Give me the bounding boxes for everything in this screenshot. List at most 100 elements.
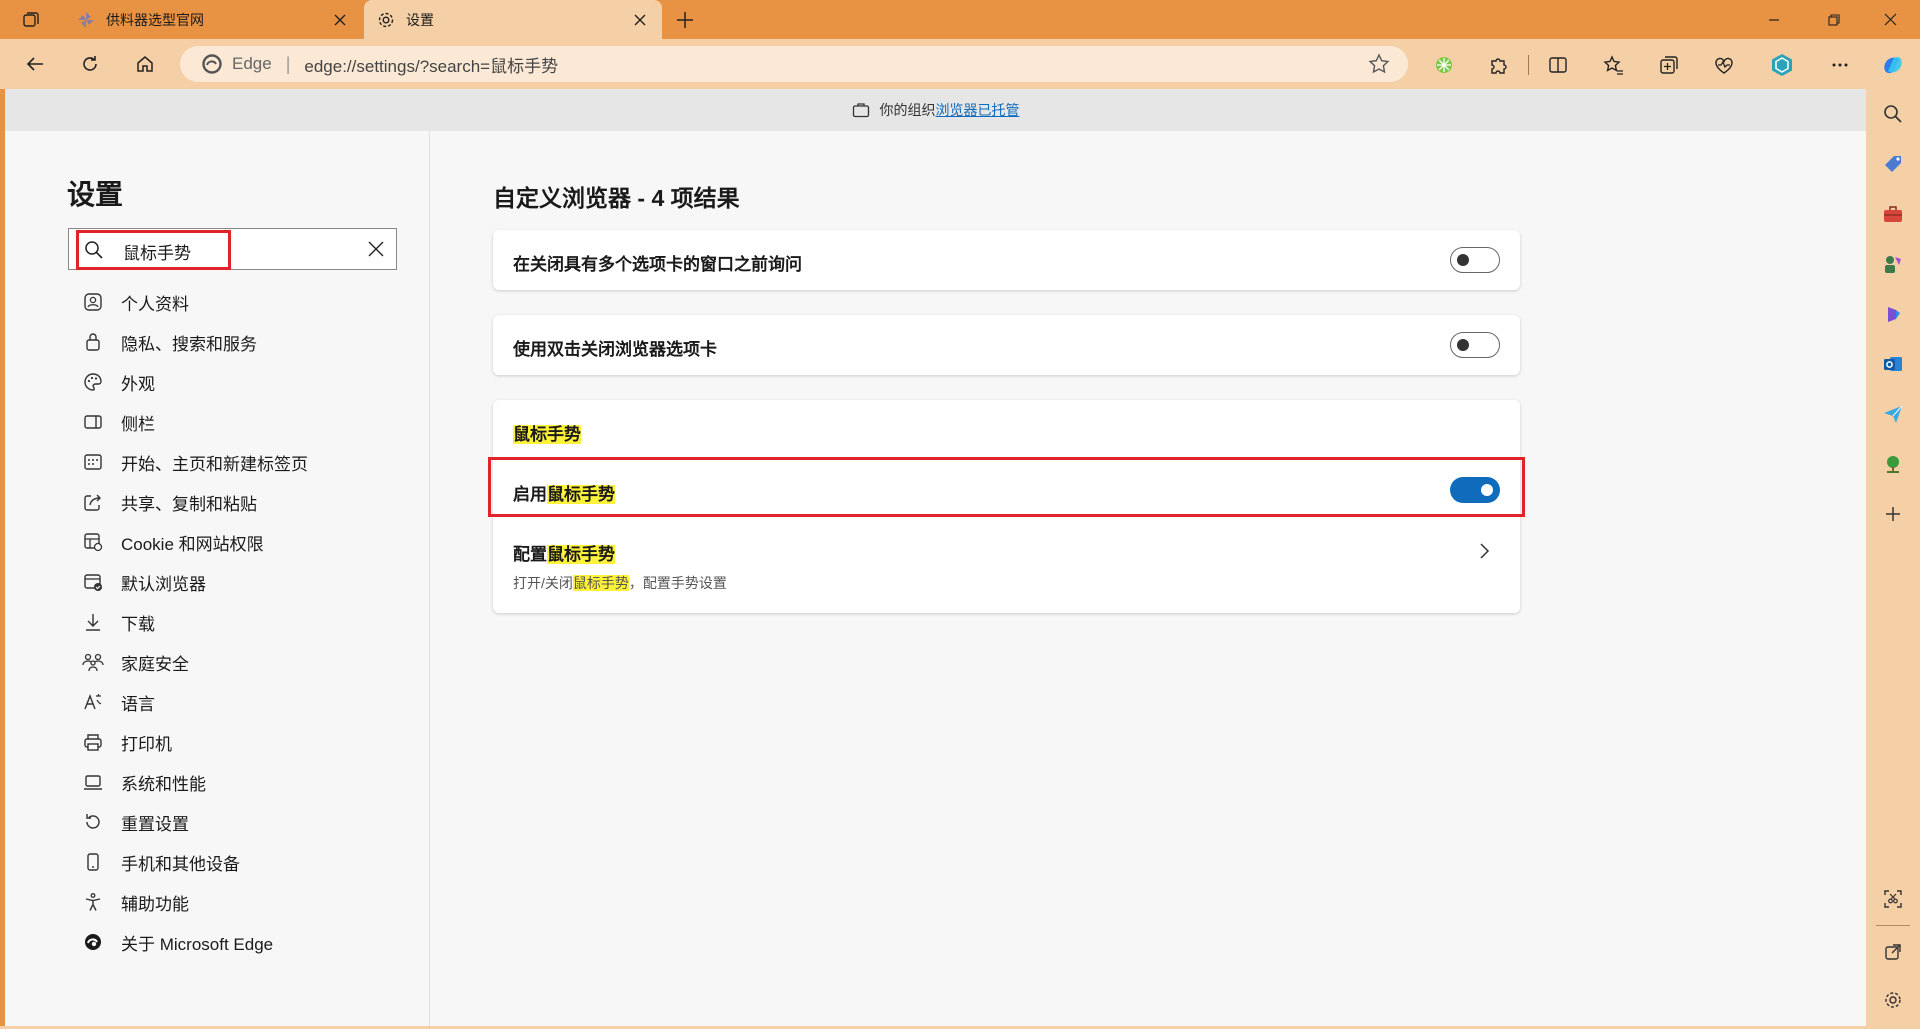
section-heading: 鼠标手势	[513, 425, 581, 444]
tab-settings[interactable]: 设置	[364, 0, 662, 39]
sidebar-item-default-browser[interactable]: 默认浏览器	[80, 566, 206, 598]
title-bar: 供料器选型官网 设置	[0, 0, 1920, 39]
sidebar-item-label: 侧栏	[121, 414, 155, 434]
sidebar-item-family[interactable]: 家庭安全	[80, 646, 189, 678]
enable-gestures-annotation-box	[488, 457, 1525, 517]
copilot-hex-icon[interactable]	[1768, 51, 1796, 79]
sidebar-item-label: 共享、复制和粘贴	[121, 494, 257, 514]
address-brand: Edge	[232, 54, 272, 73]
home-grid-icon	[80, 449, 106, 475]
configure-gestures-label: 配置鼠标手势	[513, 545, 615, 564]
sidebar-item-label: 下载	[121, 614, 155, 634]
extension-green-icon[interactable]	[1430, 51, 1458, 79]
new-tab-button[interactable]	[670, 6, 700, 34]
double-click-close-toggle[interactable]	[1450, 332, 1500, 358]
sidebar-item-label: Cookie 和网站权限	[121, 534, 264, 554]
send-icon[interactable]	[1880, 401, 1906, 427]
sidebar-item-label: 隐私、搜索和服务	[121, 334, 257, 354]
browser-essentials-icon[interactable]	[1710, 51, 1738, 79]
language-icon	[80, 689, 106, 715]
setting-label: 在关闭具有多个选项卡的窗口之前询问	[513, 255, 802, 274]
sidebar-item-language[interactable]: 语言	[80, 686, 155, 718]
sidebar-item-printers[interactable]: 打印机	[80, 726, 172, 758]
close-tab-icon[interactable]	[330, 10, 350, 30]
configure-gestures-row[interactable]: 配置鼠标手势 打开/关闭鼠标手势，配置手势设置	[493, 528, 1520, 613]
sidebar-item-label: 打印机	[121, 734, 172, 754]
briefcase-icon	[852, 102, 870, 118]
back-button[interactable]	[18, 49, 52, 79]
copilot-icon[interactable]	[1879, 51, 1907, 79]
minimize-button[interactable]	[1746, 0, 1802, 39]
sidebar-item-label: 家庭安全	[121, 654, 189, 674]
home-button[interactable]	[128, 49, 162, 79]
cookie-grid-icon	[80, 529, 106, 555]
sidebar-item-label: 辅助功能	[121, 894, 189, 914]
search-icon[interactable]	[1880, 101, 1906, 127]
sidebar-item-reset[interactable]: 重置设置	[80, 806, 189, 838]
screenshot-icon[interactable]	[1880, 886, 1906, 912]
sidebar-item-accessibility[interactable]: 辅助功能	[80, 886, 189, 918]
tab-title: 设置	[406, 11, 434, 28]
managed-link[interactable]: 浏览器已托管	[936, 100, 1020, 120]
sidebar-item-profile[interactable]: 个人资料	[80, 286, 189, 318]
palette-icon	[80, 369, 106, 395]
split-screen-icon[interactable]	[1544, 51, 1572, 79]
sidebar-item-system[interactable]: 系统和性能	[80, 766, 206, 798]
chevron-right-icon	[1478, 542, 1490, 560]
outlook-icon[interactable]	[1880, 351, 1906, 377]
games-icon[interactable]	[1880, 251, 1906, 277]
extensions-icon[interactable]	[1485, 51, 1513, 79]
sidebar-item-label: 语言	[121, 694, 155, 714]
sidebar-item-sidebar[interactable]: 侧栏	[80, 406, 155, 438]
sidebar-item-label: 默认浏览器	[121, 574, 206, 594]
pinwheel-icon	[76, 10, 96, 30]
sidebar-item-label: 个人资料	[121, 294, 189, 314]
sidebar-item-privacy[interactable]: 隐私、搜索和服务	[80, 326, 257, 358]
gear-icon	[376, 10, 396, 30]
setting-label: 使用双击关闭浏览器选项卡	[513, 340, 717, 359]
sidebar-item-label: 外观	[121, 374, 155, 394]
sidebar-item-phone[interactable]: 手机和其他设备	[80, 846, 240, 878]
reset-icon	[80, 809, 106, 835]
open-external-icon[interactable]	[1880, 939, 1906, 965]
sidebar-item-downloads[interactable]: 下载	[80, 606, 155, 638]
managed-browser-bar: 你的组织 浏览器已托管	[5, 89, 1866, 131]
collections-icon[interactable]	[1655, 51, 1683, 79]
tab-supplier-site[interactable]: 供料器选型官网	[62, 0, 362, 39]
sidebar-item-appearance[interactable]: 外观	[80, 366, 155, 398]
more-options-icon[interactable]	[1826, 51, 1854, 79]
shopping-tag-icon[interactable]	[1880, 151, 1906, 177]
toolbar: Edge | edge://settings/?search=鼠标手势	[0, 39, 1920, 89]
address-url[interactable]: edge://settings/?search=鼠标手势	[304, 52, 558, 77]
tab-actions-icon[interactable]	[16, 6, 46, 34]
sidebar-item-cookies[interactable]: Cookie 和网站权限	[80, 526, 264, 558]
accessibility-icon	[80, 889, 106, 915]
sidebar-panel-icon	[80, 409, 106, 435]
sidebar-settings-gear-icon[interactable]	[1880, 987, 1906, 1013]
edge-sidebar	[1866, 89, 1920, 1029]
close-window-button[interactable]	[1862, 0, 1918, 39]
edge-logo-icon	[80, 929, 106, 955]
configure-gestures-description: 打开/关闭鼠标手势，配置手势设置	[513, 575, 727, 591]
address-bar[interactable]: Edge | edge://settings/?search=鼠标手势	[180, 46, 1408, 82]
printer-icon	[80, 729, 106, 755]
page-title: 设置	[67, 179, 124, 210]
ask-before-close-toggle[interactable]	[1450, 247, 1500, 273]
microsoft-365-icon[interactable]	[1880, 301, 1906, 327]
restore-button[interactable]	[1806, 0, 1862, 39]
refresh-button[interactable]	[73, 49, 107, 79]
tools-briefcase-icon[interactable]	[1880, 201, 1906, 227]
add-icon[interactable]	[1880, 501, 1906, 527]
tree-icon[interactable]	[1880, 451, 1906, 477]
close-tab-icon[interactable]	[630, 10, 650, 30]
managed-text: 你的组织	[879, 102, 936, 118]
sidebar-item-label: 重置设置	[121, 814, 189, 834]
family-icon	[80, 649, 106, 675]
favorites-icon[interactable]	[1600, 51, 1628, 79]
sidebar-item-start-home[interactable]: 开始、主页和新建标签页	[80, 446, 308, 478]
tab-title: 供料器选型官网	[106, 11, 204, 28]
sidebar-item-about[interactable]: 关于 Microsoft Edge	[80, 926, 273, 958]
favorite-star-icon[interactable]	[1368, 53, 1390, 75]
sidebar-item-share[interactable]: 共享、复制和粘贴	[80, 486, 257, 518]
clear-search-icon[interactable]	[366, 239, 386, 259]
